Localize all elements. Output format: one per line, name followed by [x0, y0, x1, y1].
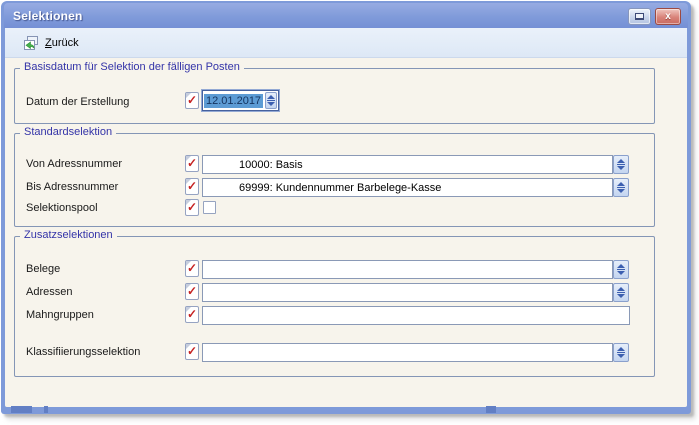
back-button-label: Zurück	[45, 37, 79, 49]
spinner-bar	[617, 164, 625, 165]
adressen-spinner[interactable]	[613, 283, 629, 302]
toolbar: Zurück	[5, 28, 687, 58]
klassifiierungsselektion-spinner[interactable]	[613, 343, 629, 362]
window-edge-notch	[44, 406, 48, 413]
check-icon: ✓	[187, 285, 197, 298]
klassifiierungsselektion-field[interactable]	[202, 343, 613, 362]
bis-adressnummer-spinner[interactable]	[613, 178, 629, 197]
titlebar[interactable]: Selektionen x	[4, 3, 688, 28]
selektionspool-checkbox[interactable]	[203, 201, 216, 214]
bis-adressnummer-field[interactable]: 69999: Kundennummer Barbelege-Kasse	[202, 178, 613, 197]
mahngruppen-selection-toggle[interactable]: ✓	[185, 306, 199, 323]
label-von-adressnummer: Von Adressnummer	[26, 158, 122, 170]
spinner-up-icon	[617, 159, 625, 163]
label-adressen: Adressen	[26, 286, 72, 298]
adressen-field[interactable]	[202, 283, 613, 302]
datum-der-erstellung-field[interactable]: 12.01.2017	[202, 90, 279, 111]
spinner-bar	[617, 352, 625, 353]
spinner-bar	[617, 269, 625, 270]
minimize-button[interactable]	[628, 8, 651, 25]
screen: Selektionen x	[0, 0, 699, 425]
label-bis-adressnummer: Bis Adressnummer	[26, 181, 118, 193]
selektionen-window: Selektionen x	[1, 1, 691, 414]
group-standardselektion-legend: Standardselektion	[20, 126, 116, 138]
check-icon: ✓	[187, 201, 197, 214]
belege-field[interactable]	[202, 260, 613, 279]
label-datum-der-erstellung: Datum der Erstellung	[26, 96, 129, 108]
group-zusatzselektionen-legend: Zusatzselektionen	[20, 229, 117, 241]
klassifiierungsselektion-selection-toggle[interactable]: ✓	[185, 343, 199, 360]
back-button[interactable]: Zurück	[19, 33, 83, 53]
spinner-up-icon	[617, 264, 625, 268]
check-icon: ✓	[187, 262, 197, 275]
window-edge-notch	[486, 406, 496, 413]
label-mahngruppen: Mahngruppen	[26, 309, 94, 321]
spinner-up-icon	[267, 95, 275, 99]
von-adressnummer-value: 10000: Basis	[203, 159, 303, 171]
selektionspool-selection-toggle[interactable]: ✓	[185, 199, 199, 216]
date-selected-value: 12.01.2017	[204, 94, 263, 108]
datum-selection-toggle[interactable]: ✓	[185, 92, 199, 109]
window-title: Selektionen	[13, 9, 83, 23]
spinner-bar	[617, 292, 625, 293]
belege-spinner[interactable]	[613, 260, 629, 279]
bis-adressnummer-value: 69999: Kundennummer Barbelege-Kasse	[203, 182, 441, 194]
check-icon: ✓	[187, 94, 197, 107]
date-text[interactable]: 12.01.2017	[204, 92, 263, 109]
date-spinner[interactable]	[265, 92, 277, 109]
minimize-icon	[635, 13, 644, 20]
spinner-up-icon	[617, 182, 625, 186]
spinner-down-icon	[617, 189, 625, 193]
label-klassifiierungsselektion: Klassifiierungsselektion	[26, 346, 140, 358]
spinner-down-icon	[617, 294, 625, 298]
spinner-down-icon	[617, 166, 625, 170]
adressen-selection-toggle[interactable]: ✓	[185, 283, 199, 300]
bis-adressnummer-selection-toggle[interactable]: ✓	[185, 178, 199, 195]
close-icon: x	[665, 11, 671, 22]
spinner-down-icon	[267, 102, 275, 106]
label-selektionspool: Selektionspool	[26, 202, 98, 214]
von-adressnummer-spinner[interactable]	[613, 155, 629, 174]
spinner-down-icon	[617, 354, 625, 358]
mahngruppen-field[interactable]	[202, 306, 630, 325]
close-button[interactable]: x	[655, 8, 681, 25]
von-adressnummer-selection-toggle[interactable]: ✓	[185, 155, 199, 172]
titlebar-buttons: x	[628, 8, 681, 25]
spinner-up-icon	[617, 287, 625, 291]
check-icon: ✓	[187, 180, 197, 193]
spinner-bar	[267, 100, 275, 101]
window-body: Zurück Basisdatum für Selektion der fäll…	[5, 28, 687, 407]
check-icon: ✓	[187, 345, 197, 358]
von-adressnummer-field[interactable]: 10000: Basis	[202, 155, 613, 174]
check-icon: ✓	[187, 308, 197, 321]
spinner-bar	[617, 187, 625, 188]
content: Basisdatum für Selektion der fälligen Po…	[5, 59, 687, 407]
group-basisdatum-legend: Basisdatum für Selektion der fälligen Po…	[20, 61, 244, 73]
spinner-down-icon	[617, 271, 625, 275]
spinner-up-icon	[617, 347, 625, 351]
window-edge-notch	[11, 406, 32, 413]
label-belege: Belege	[26, 263, 60, 275]
check-icon: ✓	[187, 157, 197, 170]
back-icon	[23, 35, 39, 51]
belege-selection-toggle[interactable]: ✓	[185, 260, 199, 277]
